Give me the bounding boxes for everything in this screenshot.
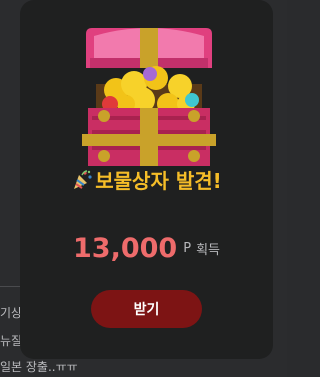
modal-title-row: 보물상자 발견! <box>20 165 273 194</box>
treasure-modal: 보물상자 발견! 13,000 P 획득 받기 <box>20 0 273 359</box>
background-list-item: 기상 <box>0 306 23 320</box>
points-value: 13,000 <box>73 233 178 264</box>
points-row: 13,000 P 획득 <box>20 233 273 264</box>
background-list-item: 뉴질 <box>0 334 23 348</box>
treasure-chest-icon <box>82 28 216 166</box>
points-unit: P <box>183 241 192 256</box>
party-popper-icon <box>74 170 92 189</box>
background-list-item: 일본 장출..ㅠㅠ <box>0 360 78 374</box>
points-suffix: 획득 <box>196 243 220 258</box>
receive-button[interactable]: 받기 <box>91 290 202 328</box>
modal-title: 보물상자 발견! <box>95 169 222 193</box>
